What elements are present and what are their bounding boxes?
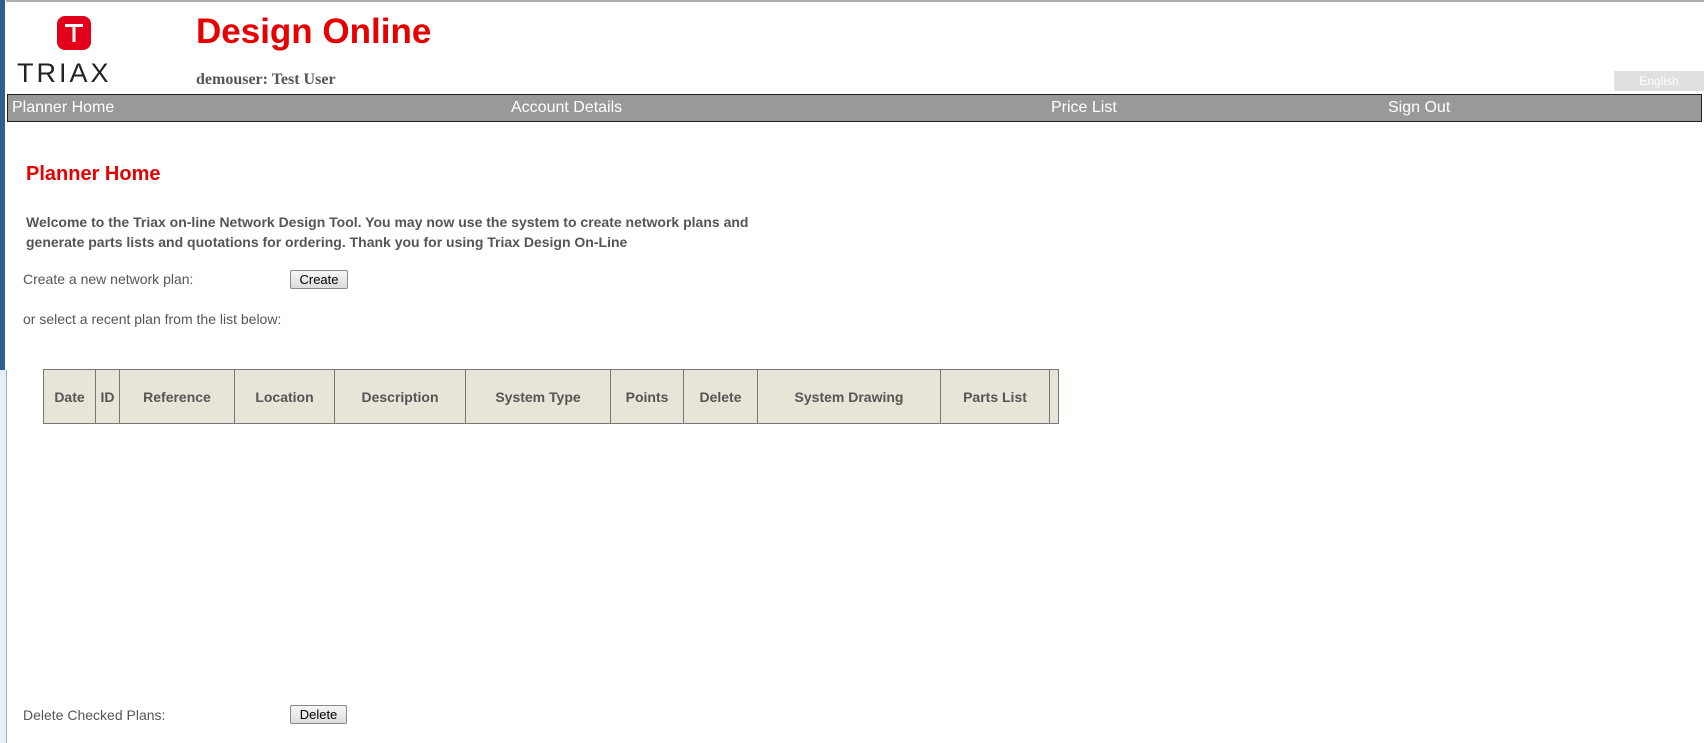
col-spacer (1050, 370, 1059, 424)
nav-price-list[interactable]: Price List (1051, 95, 1117, 121)
triax-logo[interactable]: TRIAX (17, 16, 135, 88)
user-info: demouser: Test User (196, 71, 336, 88)
welcome-text: Welcome to the Triax on-line Network Des… (26, 214, 749, 250)
logo-text: TRIAX (17, 58, 112, 88)
main-nav: Planner Home Account Details Price List … (7, 94, 1702, 122)
nav-planner-home[interactable]: Planner Home (12, 95, 114, 121)
create-button[interactable]: Create (290, 270, 348, 289)
logo-t-icon (65, 24, 83, 42)
select-plan-label: or select a recent plan from the list be… (23, 311, 282, 327)
language-selector[interactable]: English (1614, 71, 1704, 91)
col-system-drawing: System Drawing (757, 369, 941, 424)
col-id: ID (95, 369, 120, 424)
plans-table: Date ID Reference Location Description S… (43, 369, 1059, 424)
background-window-panel (0, 370, 7, 743)
col-parts-list: Parts List (940, 369, 1050, 424)
nav-account-details[interactable]: Account Details (511, 95, 622, 121)
page: TRIAX Design Online demouser: Test User … (7, 2, 1704, 743)
logo-mark-icon (57, 16, 91, 50)
app-title: Design Online (196, 12, 432, 51)
col-delete: Delete (683, 369, 758, 424)
col-location: Location (234, 369, 335, 424)
page-title: Planner Home (26, 163, 161, 185)
col-system-type: System Type (465, 369, 611, 424)
col-date: Date (43, 369, 96, 424)
col-reference: Reference (119, 369, 235, 424)
create-plan-label: Create a new network plan: (23, 271, 194, 287)
col-description: Description (334, 369, 466, 424)
nav-sign-out[interactable]: Sign Out (1388, 95, 1450, 121)
table-header-row: Date ID Reference Location Description S… (43, 369, 1059, 424)
delete-button[interactable]: Delete (290, 705, 347, 724)
delete-checked-label: Delete Checked Plans: (23, 707, 166, 723)
col-points: Points (610, 369, 684, 424)
